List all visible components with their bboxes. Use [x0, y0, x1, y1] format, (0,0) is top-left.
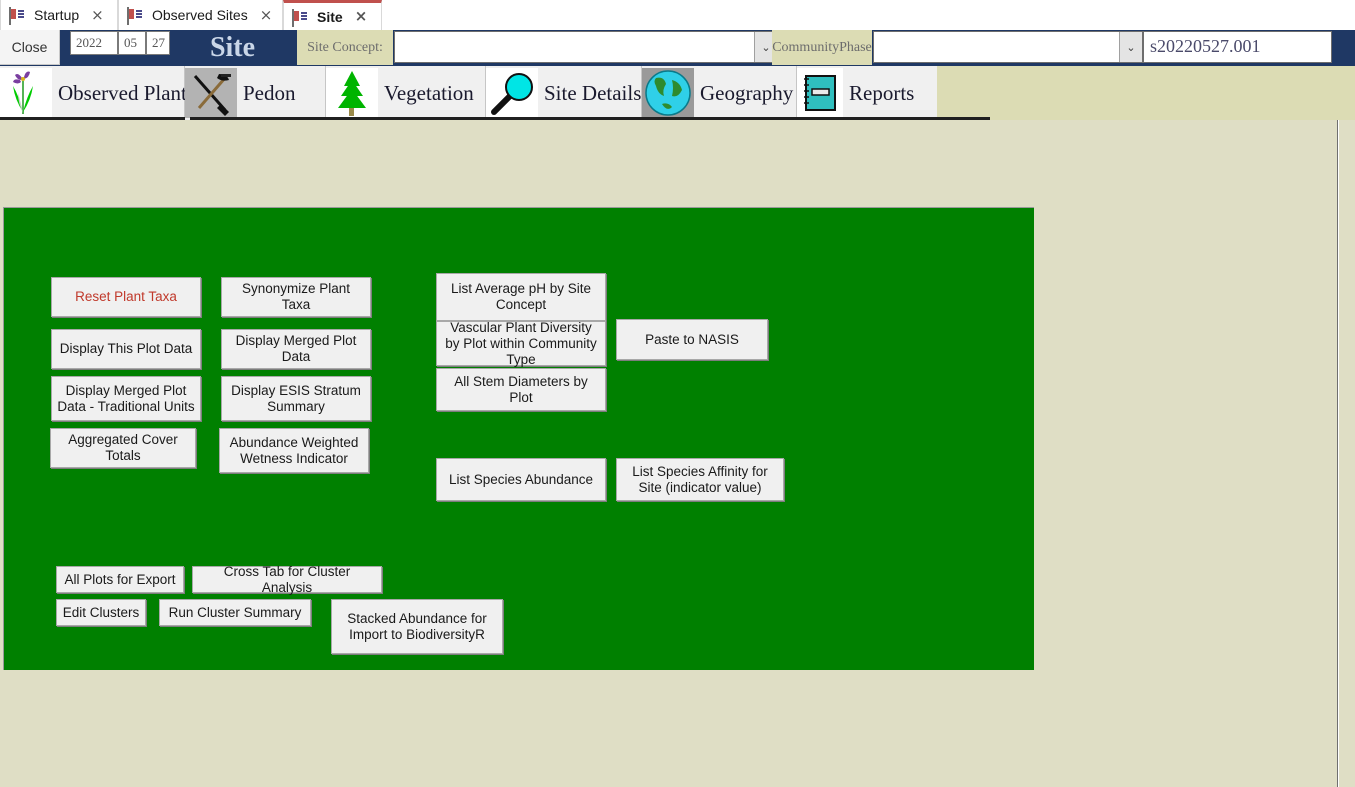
reports-button-panel: Reset Plant Taxa Synonymize Plant Taxa Dis…: [3, 207, 1034, 670]
globe-icon: [642, 68, 694, 118]
tab-label: Geography: [700, 80, 794, 105]
synonymize-plant-taxa-button[interactable]: Synonymize Plant Taxa: [221, 277, 371, 317]
tab-label: Site Details: [544, 80, 642, 105]
tab-label: Reports: [849, 80, 915, 105]
access-form-icon: [127, 7, 144, 25]
paste-to-nasis-button[interactable]: Paste to NASIS: [616, 319, 768, 360]
stacked-abundance-for-import-to-biodiversityr-button[interactable]: Stacked Abundance for Import to Biodiver…: [331, 599, 503, 654]
display-esis-stratum-summary-button[interactable]: Display ESIS Stratum Summary: [221, 376, 371, 421]
date-day-field[interactable]: 27: [146, 31, 170, 55]
document-tab-site[interactable]: Site ×: [283, 0, 382, 30]
document-tab-label: Observed Sites: [152, 7, 248, 23]
community-phase-label-line1: Community: [772, 40, 840, 55]
reset-plant-taxa-button[interactable]: Reset Plant Taxa: [51, 277, 201, 317]
date-month-field[interactable]: 05: [118, 31, 146, 55]
display-merged-plot-data-traditional-units-button[interactable]: Display Merged Plot Data - Traditional U…: [51, 376, 201, 421]
page-title: Site: [209, 32, 256, 63]
site-id-field[interactable]: s20220527.001: [1143, 31, 1332, 63]
tab-pedon[interactable]: Pedon: [185, 66, 326, 120]
list-average-ph-by-site-concept-button[interactable]: List Average pH by Site Concept: [436, 273, 606, 321]
document-tab-observed-sites[interactable]: Observed Sites ×: [118, 0, 283, 30]
tab-reports[interactable]: Reports: [797, 66, 937, 120]
close-form-button[interactable]: Close: [0, 30, 60, 65]
form-work-surface: Reset Plant Taxa Synonymize Plant Taxa Dis…: [0, 120, 1338, 787]
tab-vegetation[interactable]: Vegetation: [326, 66, 486, 120]
display-this-plot-data-button[interactable]: Display This Plot Data: [51, 329, 201, 369]
close-icon[interactable]: ×: [91, 7, 104, 23]
date-year-field[interactable]: 2022: [70, 31, 118, 55]
shovel-pick-icon: [185, 68, 237, 118]
community-phase-value[interactable]: [874, 32, 1119, 62]
tab-geography[interactable]: Geography: [642, 66, 797, 120]
aggregated-cover-totals-button[interactable]: Aggregated Cover Totals: [50, 428, 196, 468]
list-species-abundance-button[interactable]: List Species Abundance: [436, 458, 606, 501]
right-margin-pane: [1339, 120, 1355, 787]
site-concept-label: Site Concept:: [297, 30, 393, 65]
all-plots-for-export-button[interactable]: All Plots for Export: [56, 566, 184, 593]
close-icon[interactable]: ×: [260, 7, 273, 23]
document-tab-label: Startup: [34, 7, 80, 23]
cross-tab-for-cluster-analysis-button[interactable]: Cross Tab for Cluster Analysis: [192, 564, 382, 595]
community-phase-combobox[interactable]: ⌄: [873, 31, 1143, 63]
notebook-icon: [797, 68, 843, 118]
document-tab-startup[interactable]: Startup ×: [0, 0, 118, 30]
tab-observed-plants[interactable]: Observed Plants: [0, 66, 195, 120]
all-stem-diameters-by-plot-button[interactable]: All Stem Diameters by Plot: [436, 368, 606, 411]
close-icon[interactable]: ×: [355, 9, 368, 24]
chevron-down-icon[interactable]: ⌄: [1119, 32, 1142, 62]
community-phase-label-line2: Phase: [839, 40, 872, 55]
conifer-tree-icon: [326, 68, 378, 118]
abundance-weighted-wetness-indicator-button[interactable]: Abundance Weighted Wetness Indicator: [219, 428, 369, 473]
tab-site-details[interactable]: Site Details: [486, 66, 642, 120]
site-concept-value[interactable]: [395, 32, 754, 62]
vascular-plant-diversity-by-plot-within-community-type-button[interactable]: Vascular Plant Diversity by Plot within …: [436, 320, 606, 367]
navigation-tab-bar: Observed Plants Pedon Vegetation Site De…: [0, 66, 1355, 120]
site-concept-combobox[interactable]: ⌄: [394, 31, 778, 63]
magnifier-icon: [486, 68, 538, 118]
access-form-icon: [9, 7, 26, 25]
iris-flower-icon: [0, 68, 52, 118]
edit-clusters-button[interactable]: Edit Clusters: [56, 599, 146, 626]
tab-label: Vegetation: [384, 80, 474, 105]
document-tab-label: Site: [317, 8, 343, 25]
run-cluster-summary-button[interactable]: Run Cluster Summary: [159, 599, 311, 626]
access-form-icon: [292, 8, 309, 27]
tab-label: Pedon: [243, 80, 296, 105]
display-merged-plot-data-button[interactable]: Display Merged Plot Data: [221, 329, 371, 369]
list-species-affinity-for-site-button[interactable]: List Species Affinity for Site (indicato…: [616, 458, 784, 501]
community-phase-label: Community Phase: [772, 30, 872, 65]
